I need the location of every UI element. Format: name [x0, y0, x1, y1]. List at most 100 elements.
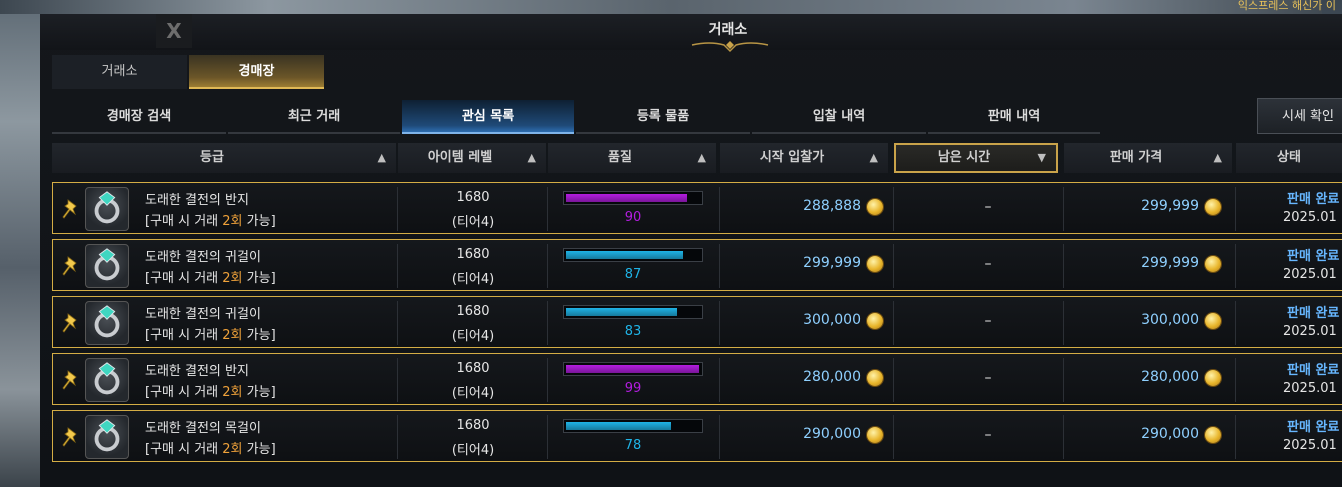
remaining-time: – [984, 370, 992, 386]
trade-note-prefix: [구매 시 거래 [145, 271, 223, 286]
trade-note-suffix: 가능] [242, 214, 276, 229]
column-label: 시작 입찰가 [759, 150, 825, 165]
column-remaining-time[interactable]: 남은 시간 ▼ [894, 143, 1058, 173]
tab-auction[interactable]: 경매장 [189, 55, 324, 89]
item-icon [85, 187, 129, 231]
column-grade[interactable]: 등급 ▲ [52, 143, 396, 173]
quality-bar [563, 419, 703, 433]
gold-coin-icon [867, 427, 883, 443]
divider [893, 187, 894, 231]
item-level: 1680 [456, 190, 490, 205]
quality-value: 99 [624, 381, 642, 396]
item-name: 도래한 결전의 귀걸이 [145, 307, 261, 322]
pin-icon[interactable] [60, 312, 82, 334]
close-button[interactable]: X [156, 14, 192, 48]
price-check-button[interactable]: 시세 확인 [1257, 98, 1342, 134]
divider [547, 244, 548, 288]
sell-price: 300,000 [1141, 312, 1199, 328]
divider [1235, 415, 1236, 459]
status-text: 판매 완료 [1287, 363, 1340, 378]
table-row[interactable]: 도래한 결전의 귀걸이 [구매 시 거래 2회 가능] 1680 (티어4) 8… [52, 239, 1342, 291]
quality-value: 87 [624, 267, 642, 282]
divider [547, 415, 548, 459]
item-level: 1680 [456, 247, 490, 262]
quality-bar [563, 362, 703, 376]
tab-sales-history[interactable]: 판매 내역 [928, 100, 1100, 134]
column-label: 남은 시간 [937, 150, 991, 165]
sell-price: 299,999 [1141, 198, 1199, 214]
pin-icon[interactable] [60, 369, 82, 391]
trade-note: [구매 시 거래 2회 가능] [145, 438, 276, 457]
divider [547, 187, 548, 231]
quality-bar-fill [566, 365, 699, 373]
sort-arrow-icon: ▲ [527, 151, 536, 164]
status-date: 2025.01 [1283, 324, 1337, 339]
column-status[interactable]: 상태 [1236, 143, 1342, 173]
tab-exchange[interactable]: 거래소 [52, 55, 187, 89]
column-label: 판매 가격 [1109, 150, 1163, 165]
ornament-icon [691, 41, 769, 53]
gold-coin-icon [1205, 199, 1221, 215]
table-row[interactable]: 도래한 결전의 귀걸이 [구매 시 거래 2회 가능] 1680 (티어4) 8… [52, 296, 1342, 348]
column-sell-price[interactable]: 판매 가격 ▲ [1064, 143, 1232, 173]
gold-coin-icon [867, 256, 883, 272]
gold-coin-icon [1205, 370, 1221, 386]
pin-icon[interactable] [60, 426, 82, 448]
divider [1063, 187, 1064, 231]
pin-icon[interactable] [60, 255, 82, 277]
gold-coin-icon [1205, 313, 1221, 329]
column-start-bid[interactable]: 시작 입찰가 ▲ [720, 143, 888, 173]
sort-arrow-icon: ▲ [1213, 151, 1222, 164]
quality-value: 78 [624, 438, 642, 453]
item-tier: (티어4) [451, 215, 495, 230]
column-item-level[interactable]: 아이템 레벨 ▲ [398, 143, 546, 173]
title-bar[interactable]: 거래소 [40, 14, 1342, 53]
sell-price: 280,000 [1141, 369, 1199, 385]
divider [719, 301, 720, 345]
start-bid-price: 299,999 [803, 255, 861, 271]
tab-watchlist[interactable]: 관심 목록 [402, 100, 574, 134]
quality-bar [563, 191, 703, 205]
item-icon [85, 415, 129, 459]
tab-recent-trades[interactable]: 최근 거래 [228, 100, 400, 134]
divider [1235, 301, 1236, 345]
sort-arrow-icon: ▲ [869, 151, 878, 164]
trade-count: 2회 [222, 385, 243, 400]
sell-price: 290,000 [1141, 426, 1199, 442]
gold-coin-icon [867, 199, 883, 215]
table-row[interactable]: 도래한 결전의 목걸이 [구매 시 거래 2회 가능] 1680 (티어4) 7… [52, 410, 1342, 462]
gold-coin-icon [1205, 427, 1221, 443]
tab-auction-search[interactable]: 경매장 검색 [52, 100, 226, 134]
item-name: 도래한 결전의 목걸이 [145, 421, 261, 436]
table-row[interactable]: 도래한 결전의 반지 [구매 시 거래 2회 가능] 1680 (티어4) 99… [52, 353, 1342, 405]
divider [1235, 187, 1236, 231]
item-icon [85, 244, 129, 288]
trade-note: [구매 시 거래 2회 가능] [145, 381, 276, 400]
quality-bar-fill [566, 194, 687, 202]
trade-count: 2회 [222, 442, 243, 457]
pin-icon[interactable] [60, 198, 82, 220]
divider [1063, 244, 1064, 288]
trade-count: 2회 [222, 214, 243, 229]
trade-note-prefix: [구매 시 거래 [145, 385, 223, 400]
tab-registered-items[interactable]: 등록 물품 [576, 100, 750, 134]
divider [893, 415, 894, 459]
quality-bar-fill [566, 251, 683, 259]
divider [1235, 244, 1236, 288]
status-date: 2025.01 [1283, 210, 1337, 225]
divider [719, 415, 720, 459]
remaining-time: – [984, 199, 992, 215]
column-quality[interactable]: 품질 ▲ [548, 143, 716, 173]
tab-bid-history[interactable]: 입찰 내역 [752, 100, 926, 134]
trade-note-prefix: [구매 시 거래 [145, 328, 223, 343]
table-row[interactable]: 도래한 결전의 반지 [구매 시 거래 2회 가능] 1680 (티어4) 90… [52, 182, 1342, 234]
trade-count: 2회 [222, 271, 243, 286]
trade-count: 2회 [222, 328, 243, 343]
quality-value: 83 [624, 324, 642, 339]
divider [893, 301, 894, 345]
status-date: 2025.01 [1283, 381, 1337, 396]
quality-bar-fill [566, 422, 671, 430]
status-text: 판매 완료 [1287, 249, 1340, 264]
start-bid-price: 288,888 [803, 198, 861, 214]
column-label: 품질 [608, 150, 632, 165]
